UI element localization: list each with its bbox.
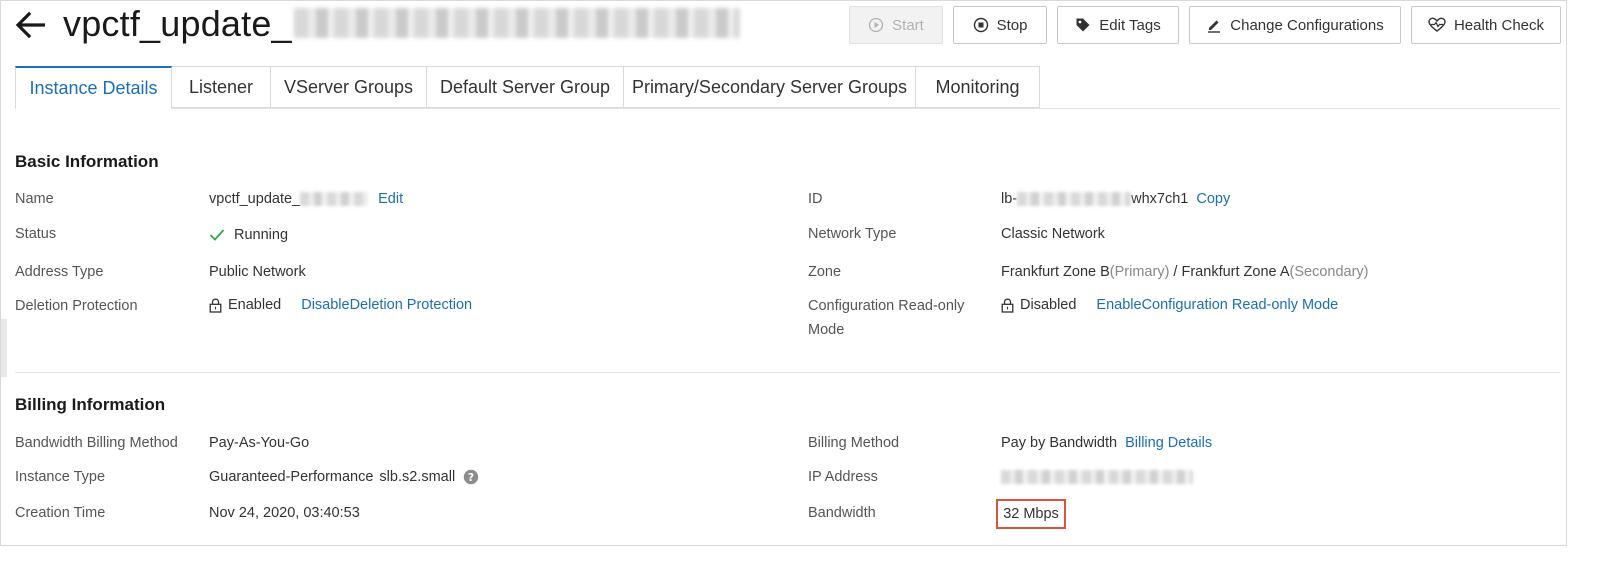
instance-type-value: Guaranteed-Performance slb.s2.small ? [209, 469, 479, 485]
heartbeat-icon [1428, 17, 1446, 32]
zone-secondary-tag: (Secondary) [1289, 264, 1369, 280]
start-button-label: Start [892, 16, 924, 34]
deletion-protection-status: Enabled [228, 297, 282, 313]
health-check-button-label: Health Check [1453, 16, 1545, 34]
billing-method-value: Pay by Bandwidth Billing Details [1001, 435, 1212, 451]
svg-text:?: ? [468, 471, 474, 484]
creation-time-value: Nov 24, 2020, 03:40:53 [209, 505, 360, 521]
tab-instance-details[interactable]: Instance Details [15, 66, 172, 109]
zone-label: Zone [808, 264, 842, 280]
zone-secondary: Frankfurt Zone A [1181, 264, 1290, 280]
tab-monitoring[interactable]: Monitoring [916, 66, 1040, 108]
lock-icon [209, 298, 222, 313]
status-value: Running [209, 227, 288, 243]
bandwidth-billing-method-value: Pay-As-You-Go [209, 435, 310, 451]
instance-type-text: Guaranteed-Performance [209, 469, 374, 485]
edit-tags-button-label: Edit Tags [1099, 16, 1161, 34]
instance-detail-page: vpctf_update_ Start Stop Edit Tags Chang… [0, 0, 1567, 546]
page-title: vpctf_update_ [63, 1, 740, 49]
disable-deletion-protection-link[interactable]: DisableDeletion Protection [301, 297, 472, 313]
status-label: Status [15, 226, 57, 242]
status-text: Running [234, 227, 289, 243]
change-configurations-button[interactable]: Change Configurations [1189, 6, 1401, 44]
ip-address-label: IP Address [808, 469, 878, 485]
deletion-protection-label: Deletion Protection [15, 298, 138, 314]
start-button[interactable]: Start [849, 6, 943, 44]
name-label: Name [15, 191, 54, 207]
id-prefix: lb- [1001, 191, 1018, 207]
config-readonly-status: Disabled [1020, 297, 1077, 313]
network-type-label: Network Type [808, 226, 897, 242]
health-check-button[interactable]: Health Check [1411, 6, 1561, 44]
redacted-ip-address [1001, 470, 1193, 484]
play-icon [869, 17, 884, 33]
zone-primary: Frankfurt Zone B [1001, 264, 1110, 280]
edit-tags-button[interactable]: Edit Tags [1057, 6, 1179, 44]
change-configurations-button-label: Change Configurations [1230, 16, 1384, 34]
pencil-icon [1208, 20, 1221, 33]
zone-primary-tag: (Primary) [1109, 264, 1170, 280]
redacted-title-suffix [293, 8, 740, 39]
bandwidth-billing-method-label: Bandwidth Billing Method [15, 435, 178, 451]
help-icon[interactable]: ? [463, 469, 479, 485]
stop-button-label: Stop [996, 16, 1028, 34]
basic-information-title: Basic Information [15, 152, 159, 171]
tab-vserver-groups[interactable]: VServer Groups [271, 66, 427, 108]
config-readonly-label-line2: Mode [808, 322, 845, 338]
billing-method-label: Billing Method [808, 435, 900, 451]
bandwidth-value-highlight: 32 Mbps [996, 499, 1066, 529]
deletion-protection-value: Enabled DisableDeletion Protection [209, 297, 472, 313]
back-arrow-icon[interactable] [13, 7, 49, 43]
page-title-text: vpctf_update_ [63, 3, 292, 44]
config-readonly-label: Configuration Read-only [808, 298, 965, 314]
check-icon [209, 229, 225, 241]
instance-type-spec: slb.s2.small [379, 469, 456, 485]
stop-icon [973, 17, 988, 33]
lock-icon [1001, 298, 1014, 313]
zone-value: Frankfurt Zone B (Primary) / Frankfurt Zo… [1001, 264, 1368, 280]
bandwidth-label: Bandwidth [808, 505, 876, 521]
tab-primary-secondary-server-groups[interactable]: Primary/Secondary Server Groups [624, 66, 916, 108]
creation-time-label: Creation Time [15, 505, 106, 521]
name-value: vpctf_update_ Edit [209, 191, 403, 207]
tag-icon [1076, 18, 1090, 32]
tab-listener[interactable]: Listener [172, 66, 271, 108]
billing-details-link[interactable]: Billing Details [1125, 435, 1212, 451]
network-type-value: Classic Network [1001, 226, 1105, 242]
billing-information-title: Billing Information [15, 395, 166, 414]
stop-button[interactable]: Stop [953, 6, 1047, 44]
bandwidth-value: 32 Mbps [1003, 506, 1059, 522]
redacted-id [1017, 192, 1132, 206]
id-value: lb- whx7ch1 Copy [1001, 191, 1230, 207]
address-type-value: Public Network [209, 264, 306, 280]
side-scroll-handle[interactable] [1, 319, 7, 377]
copy-id-link[interactable]: Copy [1196, 191, 1230, 207]
section-divider [15, 372, 1560, 373]
enable-config-readonly-link[interactable]: EnableConfiguration Read-only Mode [1096, 297, 1338, 313]
redacted-name-suffix [300, 192, 369, 206]
config-readonly-value: Disabled EnableConfiguration Read-only M… [1001, 297, 1338, 313]
name-text: vpctf_update_ [209, 191, 301, 207]
tab-bar: Instance Details Listener VServer Groups… [15, 66, 1560, 109]
instance-type-label: Instance Type [15, 469, 106, 485]
tab-default-server-group[interactable]: Default Server Group [427, 66, 624, 108]
edit-name-link[interactable]: Edit [378, 191, 403, 207]
ip-address-value [1001, 470, 1193, 484]
id-label: ID [808, 191, 823, 207]
address-type-label: Address Type [15, 264, 104, 280]
billing-method-text: Pay by Bandwidth [1001, 435, 1118, 451]
id-suffix: whx7ch1 [1131, 191, 1189, 207]
zone-separator: / [1169, 264, 1182, 280]
